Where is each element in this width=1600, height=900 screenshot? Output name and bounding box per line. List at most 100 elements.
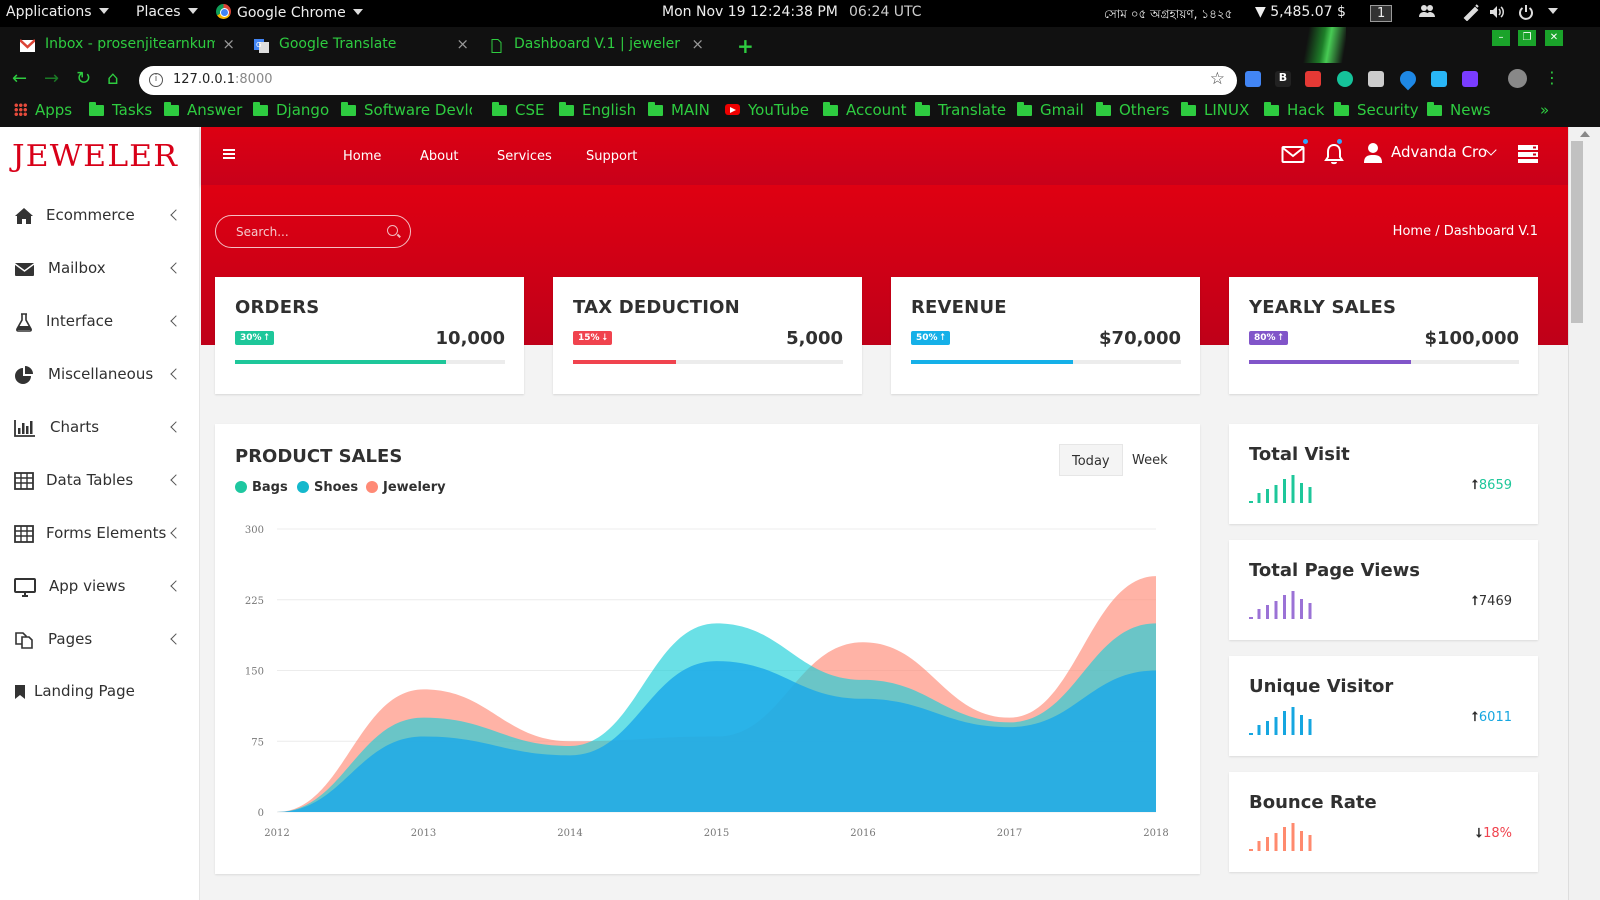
bell-icon[interactable] bbox=[1323, 139, 1345, 169]
sidebar-item-mailbox[interactable]: Mailbox bbox=[0, 249, 200, 289]
folder-icon bbox=[341, 102, 356, 116]
nav-services[interactable]: Services bbox=[497, 149, 552, 164]
chevron-left-icon bbox=[170, 209, 182, 221]
product-sales-chart: 0 75 150 225 300 2012 2013 2014 2015 2016 2017 2018 bbox=[245, 525, 1169, 839]
bookmark-label: Answer bbox=[187, 101, 243, 119]
back-arrow-icon[interactable]: ← bbox=[12, 68, 27, 89]
bookmark-linux[interactable]: LINUX bbox=[1181, 101, 1249, 119]
close-icon[interactable]: × bbox=[456, 35, 469, 53]
sparkline-bar bbox=[1308, 719, 1312, 735]
nav-about[interactable]: About bbox=[420, 149, 458, 164]
bookmark-others[interactable]: Others bbox=[1096, 101, 1169, 119]
reload-icon[interactable]: ↻ bbox=[76, 68, 91, 89]
chrome-menu-icon[interactable]: ⋮ bbox=[1544, 68, 1560, 87]
translate-extension-icon[interactable] bbox=[1245, 71, 1261, 87]
mini-value: 6011 bbox=[1478, 710, 1512, 725]
bookmark-gmail[interactable]: Gmail bbox=[1017, 101, 1084, 119]
sidebar-item-charts[interactable]: Charts bbox=[0, 408, 200, 448]
places-menu[interactable]: Places bbox=[136, 4, 198, 20]
system-menu-chevron-icon[interactable] bbox=[1541, 4, 1558, 20]
server-menu-icon[interactable] bbox=[1517, 144, 1539, 168]
active-app-menu[interactable]: Google Chrome bbox=[216, 4, 363, 21]
bookmark-tasks[interactable]: Tasks bbox=[89, 101, 152, 119]
scrollbar-thumb[interactable] bbox=[1571, 141, 1583, 323]
b-extension-icon[interactable]: B bbox=[1275, 71, 1291, 87]
tab-dashboard[interactable]: Dashboard V.1 | jeweler - × bbox=[474, 30, 714, 63]
drop-extension-icon[interactable] bbox=[1396, 67, 1420, 91]
cube-extension-icon[interactable] bbox=[1431, 71, 1447, 87]
minimize-icon[interactable]: – bbox=[1492, 30, 1510, 46]
x-tick-label: 2013 bbox=[411, 828, 436, 839]
nav-support[interactable]: Support bbox=[586, 149, 637, 164]
bookmark-star-icon[interactable]: ☆ bbox=[1210, 69, 1225, 89]
sidebar-item-pages[interactable]: Pages bbox=[0, 620, 200, 660]
calculator-extension-icon[interactable] bbox=[1368, 71, 1384, 87]
bookmark-english[interactable]: English bbox=[559, 101, 636, 119]
search-input[interactable]: Search... bbox=[215, 215, 411, 248]
workspace-indicator[interactable]: 1 bbox=[1370, 5, 1393, 22]
pen-icon[interactable] bbox=[1462, 3, 1480, 25]
mail-icon[interactable] bbox=[1281, 139, 1308, 168]
bookmark-django[interactable]: Django bbox=[253, 101, 329, 119]
forward-arrow-icon[interactable]: → bbox=[44, 68, 59, 89]
bookmark-apps[interactable]: Apps bbox=[14, 101, 72, 119]
bookmark-answer[interactable]: Answer bbox=[164, 101, 242, 119]
profile-avatar-icon[interactable] bbox=[1508, 69, 1527, 88]
progress-track bbox=[573, 360, 843, 364]
bookmark-account[interactable]: Account bbox=[823, 101, 907, 119]
scroll-up-arrow-icon[interactable] bbox=[1580, 131, 1590, 137]
people-icon[interactable] bbox=[1418, 3, 1436, 23]
close-window-icon[interactable]: ✕ bbox=[1545, 30, 1563, 46]
clock[interactable]: Mon Nov 19 12:24:38 PM bbox=[662, 4, 838, 20]
sidebar: JEWELER Ecommerce Mailbox Interface Misc… bbox=[0, 127, 200, 900]
color-extension-icon[interactable] bbox=[1462, 71, 1478, 87]
volume-icon[interactable] bbox=[1488, 3, 1506, 25]
restore-icon[interactable]: ❐ bbox=[1518, 30, 1536, 46]
bookmark-news[interactable]: News bbox=[1427, 101, 1491, 119]
sparkline-bar bbox=[1257, 841, 1261, 851]
tab-gmail[interactable]: Inbox - prosenjitearnkuma × bbox=[5, 30, 245, 63]
grammarly-extension-icon[interactable] bbox=[1337, 71, 1353, 87]
hamburger-menu-icon[interactable] bbox=[223, 149, 235, 159]
sparkline-bar bbox=[1249, 501, 1253, 503]
sidebar-item-landing-page[interactable]: Landing Page bbox=[0, 672, 200, 712]
sidebar-item-app-views[interactable]: App views bbox=[0, 567, 200, 607]
user-icon[interactable] bbox=[1363, 142, 1383, 168]
bookmark-hack[interactable]: Hack bbox=[1264, 101, 1324, 119]
gmail-icon bbox=[20, 39, 35, 52]
folder-icon bbox=[253, 102, 268, 116]
applications-menu[interactable]: Applications bbox=[6, 4, 109, 20]
breadcrumb[interactable]: Home / Dashboard V.1 bbox=[1393, 224, 1538, 239]
new-tab-plus-icon[interactable]: + bbox=[737, 34, 754, 58]
red-extension-icon[interactable] bbox=[1305, 71, 1321, 87]
bookmark-security[interactable]: Security bbox=[1334, 101, 1419, 119]
sidebar-item-data-tables[interactable]: Data Tables bbox=[0, 461, 200, 501]
stat-value: $100,000 bbox=[1424, 328, 1519, 349]
bookmark-main[interactable]: MAIN bbox=[648, 101, 710, 119]
price-indicator[interactable]: ▼ 5,485.07 $ bbox=[1255, 4, 1346, 20]
search-icon[interactable] bbox=[387, 225, 398, 236]
nav-home[interactable]: Home bbox=[343, 149, 381, 164]
user-name[interactable]: Advanda Cro bbox=[1391, 143, 1487, 161]
bookmark-software-devlop[interactable]: Software Devlop bbox=[341, 101, 472, 119]
home-icon[interactable]: ⌂ bbox=[107, 68, 118, 89]
sidebar-item-interface[interactable]: Interface bbox=[0, 302, 200, 342]
close-icon[interactable]: × bbox=[222, 35, 235, 53]
address-bar[interactable]: i 127.0.0.1:8000 ☆ bbox=[139, 66, 1237, 95]
info-icon[interactable]: i bbox=[149, 73, 163, 87]
sidebar-item-forms-elements[interactable]: Forms Elements bbox=[0, 514, 200, 554]
page-scrollbar[interactable] bbox=[1568, 127, 1600, 900]
tab-google-translate[interactable]: G Google Translate × bbox=[239, 30, 479, 63]
bookmark-translate[interactable]: Translate bbox=[915, 101, 1006, 119]
logo[interactable]: JEWELER bbox=[12, 139, 178, 174]
sparkline-bar bbox=[1274, 601, 1278, 619]
sidebar-item-ecommerce[interactable]: Ecommerce bbox=[0, 196, 200, 236]
chevron-left-icon bbox=[170, 421, 182, 433]
chevron-left-icon bbox=[170, 527, 182, 539]
close-icon[interactable]: × bbox=[691, 35, 704, 53]
power-icon[interactable] bbox=[1517, 3, 1535, 25]
bookmarks-overflow-icon[interactable]: » bbox=[1540, 101, 1549, 119]
bookmark-cse[interactable]: CSE bbox=[492, 101, 544, 119]
bookmark-youtube[interactable]: YouTube bbox=[725, 101, 809, 119]
sidebar-item-miscellaneous[interactable]: Miscellaneous bbox=[0, 355, 200, 395]
